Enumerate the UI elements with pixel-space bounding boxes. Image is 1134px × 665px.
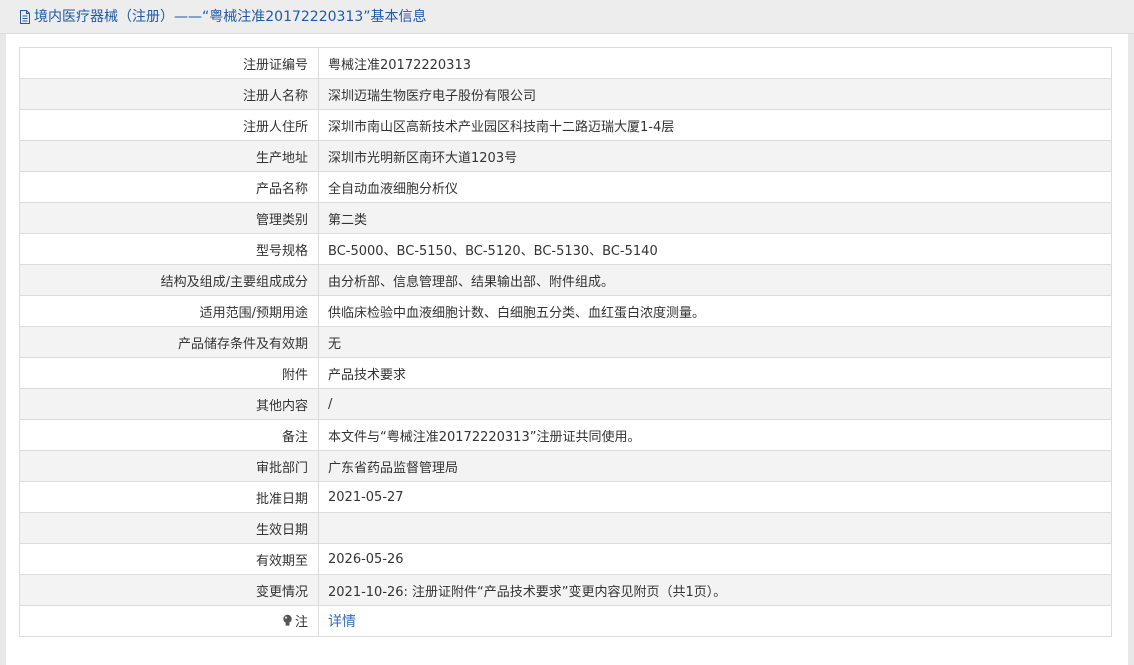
table-row-valid-until: 有效期至 2026-05-26 [19, 543, 1112, 575]
management-category-value: 第二类 [318, 202, 1112, 234]
approval-date-label: 批准日期 [19, 481, 319, 513]
table-row-approval-department: 审批部门 广东省药品监督管理局 [19, 450, 1112, 482]
model-spec-label: 型号规格 [19, 233, 319, 265]
note-label-cell: 注 [19, 605, 319, 637]
table-row-storage-validity: 产品储存条件及有效期无 [19, 326, 1112, 358]
table-row-registrant-name: 注册人名称 深圳迈瑞生物医疗电子股份有限公司 [19, 78, 1112, 110]
structure-composition-label: 结构及组成/主要组成成分 [19, 264, 319, 296]
document-icon [20, 10, 30, 24]
structure-composition-value: 由分析部、信息管理部、结果输出部、附件组成。 [318, 264, 1112, 296]
page: 境内医疗器械（注册）——“粤械注准20172220313”基本信息 注册证编号粤… [0, 0, 1134, 665]
detail-panel: 注册证编号 粤械注准20172220313 注册人名称 深圳迈瑞生物医疗电子股份有限公… [6, 34, 1128, 665]
note-label: 注 [282, 611, 308, 630]
product-name-label: 产品名称 [19, 171, 319, 203]
registrant-name-value: 深圳迈瑞生物医疗电子股份有限公司 [318, 78, 1112, 110]
header-bar: 境内医疗器械（注册）——“粤械注准20172220313”基本信息 [0, 0, 1134, 34]
table-row-model-spec: 型号规格 BC-5000、BC-5150、BC-5120、BC-5130、BC-5… [19, 233, 1112, 265]
storage-validity-value: 无 [318, 326, 1112, 358]
table-row-other-content: 其他内容 / [19, 388, 1112, 420]
other-content-value: / [318, 388, 1112, 420]
table-row-remarks: 备注 本文件与“粤械注准20172220313”注册证共同使用。 [19, 419, 1112, 451]
table-row-attachment: 附件 产品技术要求 [19, 357, 1112, 389]
note-value-cell: 详情 [318, 605, 1112, 637]
table-row-scope-intended-use: 适用范围/预期用途 供临床检验中血液细胞计数、白细胞五分类、血红蛋白浓度测量。 [19, 295, 1112, 327]
table-row-registrant-address: 注册人住所 深圳市南山区高新技术产业园区科技南十二路迈瑞大厦1-4层 [19, 109, 1112, 141]
approval-date-value: 2021-05-27 [318, 481, 1112, 513]
effective-date-value [318, 512, 1112, 544]
effective-date-label: 生效日期 [19, 512, 319, 544]
attachment-value: 产品技术要求 [318, 357, 1112, 389]
page-title: 境内医疗器械（注册）——“粤械注准20172220313”基本信息 [19, 8, 426, 26]
page-title-text: 境内医疗器械（注册）——“粤械注准20172220313”基本信息 [34, 9, 427, 25]
table-row-approval-date: 批准日期 2021-05-27 [19, 481, 1112, 513]
scope-intended-use-value: 供临床检验中血液细胞计数、白细胞五分类、血红蛋白浓度测量。 [318, 295, 1112, 327]
registrant-address-label: 注册人住所 [19, 109, 319, 141]
approval-department-label: 审批部门 [19, 450, 319, 482]
change-status-value: 2021-10-26: 注册证附件“产品技术要求”变更内容见附页（共1页）。 [318, 574, 1112, 606]
table-row-change-status: 变更情况 2021-10-26: 注册证附件“产品技术要求”变更内容见附页（共1页… [19, 574, 1112, 606]
registration-number-label: 注册证编号 [19, 47, 319, 79]
model-spec-value: BC-5000、BC-5150、BC-5120、BC-5130、BC-5140 [318, 233, 1112, 265]
attachment-label: 附件 [19, 357, 319, 389]
valid-until-value: 2026-05-26 [318, 543, 1112, 575]
info-table: 注册证编号 粤械注准20172220313 注册人名称 深圳迈瑞生物医疗电子股份有限公… [19, 47, 1112, 637]
table-row-management-category: 管理类别 第二类 [19, 202, 1112, 234]
production-address-label: 生产地址 [19, 140, 319, 172]
remarks-label: 备注 [19, 419, 319, 451]
scope-intended-use-label: 适用范围/预期用途 [19, 295, 319, 327]
registration-number-value: 粤械注准20172220313 [318, 47, 1112, 79]
storage-validity-label: 产品储存条件及有效期 [19, 326, 319, 358]
note-label-text: 注 [294, 615, 308, 630]
other-content-label: 其他内容 [19, 388, 319, 420]
change-status-label: 变更情况 [19, 574, 319, 606]
valid-until-label: 有效期至 [19, 543, 319, 575]
production-address-value: 深圳市光明新区南环大道1203号 [318, 140, 1112, 172]
table-row-structure-composition: 结构及组成/主要组成成分 由分析部、信息管理部、结果输出部、附件组成。 [19, 264, 1112, 296]
table-row-product-name: 产品名称 全自动血液细胞分析仪 [19, 171, 1112, 203]
table-row-note: 注 详情 [19, 605, 1112, 637]
table-row-registration-number: 注册证编号 粤械注准20172220313 [19, 47, 1112, 79]
product-name-value: 全自动血液细胞分析仪 [318, 171, 1112, 203]
lightbulb-icon [283, 614, 292, 626]
table-row-effective-date: 生效日期 [19, 512, 1112, 544]
remarks-value: 本文件与“粤械注准20172220313”注册证共同使用。 [318, 419, 1112, 451]
details-link[interactable]: 详情 [328, 614, 356, 630]
registrant-name-label: 注册人名称 [19, 78, 319, 110]
registrant-address-value: 深圳市南山区高新技术产业园区科技南十二路迈瑞大厦1-4层 [318, 109, 1112, 141]
management-category-label: 管理类别 [19, 202, 319, 234]
table-row-production-address: 生产地址 深圳市光明新区南环大道1203号 [19, 140, 1112, 172]
approval-department-value: 广东省药品监督管理局 [318, 450, 1112, 482]
